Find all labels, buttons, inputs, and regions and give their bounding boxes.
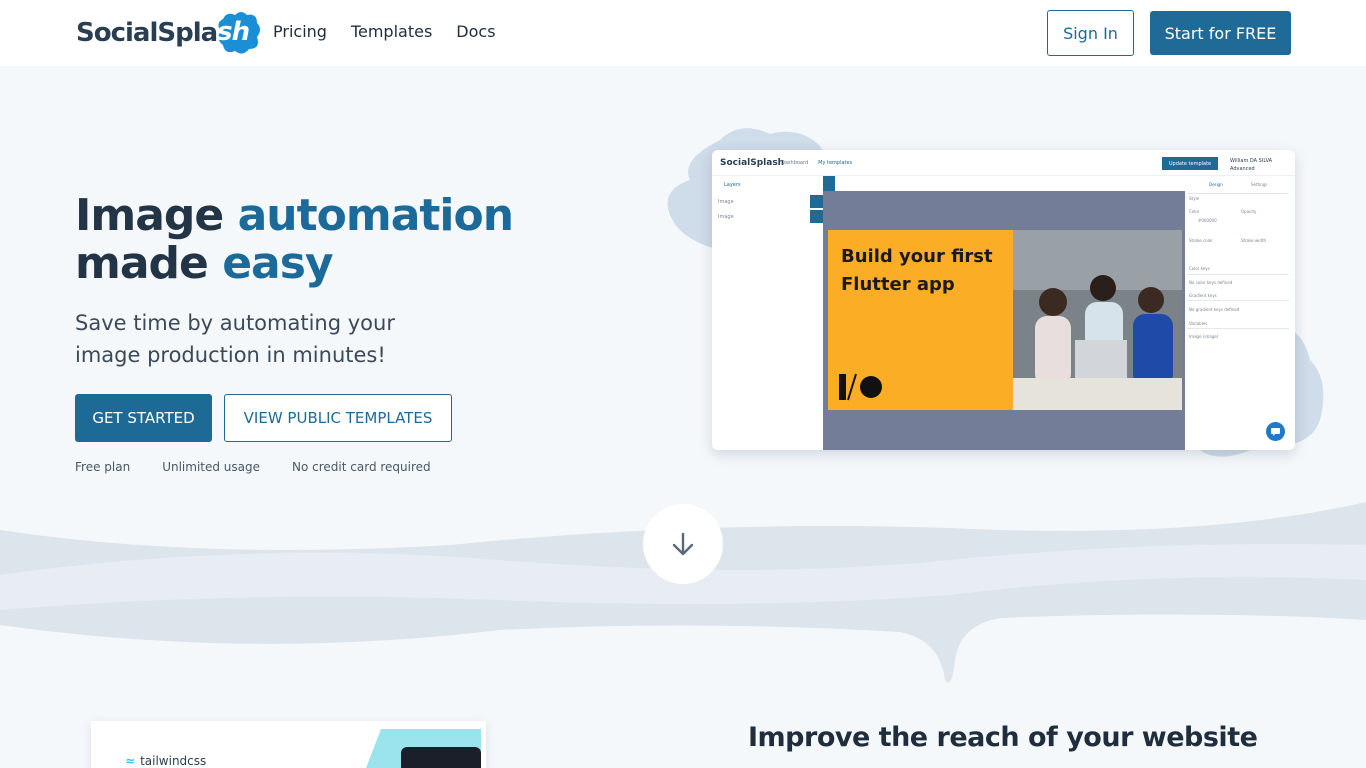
tailwind-logo: ≈ tailwindcss (125, 754, 206, 768)
preview-nav-templates: My templates (818, 160, 853, 166)
preview-user: William DA SILVA Advanced (1230, 157, 1272, 173)
preview-variables-label: Variables (1189, 321, 1208, 326)
preview-color-keys-label: Color keys (1189, 266, 1210, 271)
preview-settings-tab: Settings (1251, 182, 1268, 187)
preview-layers-tab: Layers (724, 182, 741, 188)
preview-layers-panel: Layers Image Image (712, 176, 823, 450)
start-free-button[interactable]: Start for FREE (1150, 11, 1291, 55)
preview-no-gradient-keys: No gradient keys defined (1189, 307, 1240, 312)
preview-logo: SocialSplash (720, 158, 785, 168)
hero-perks: Free plan Unlimited usage No credit card… (75, 460, 463, 474)
logo-text: SocialSpla (76, 18, 218, 48)
arrow-down-icon (672, 532, 694, 556)
preview-divider (1187, 274, 1289, 275)
preview-divider (1187, 193, 1289, 194)
preview-nav-dashboard: Dashboard (781, 160, 809, 166)
preview-style-label: Style (1189, 196, 1200, 201)
preview-toolbar (823, 176, 1185, 191)
preview-topbar: SocialSplash Dashboard My templates Updat… (712, 150, 1295, 176)
nav-pricing[interactable]: Pricing (273, 22, 327, 41)
logo-accent-text: sh (217, 17, 250, 47)
preview-design-panel: Design Settings Style Color Opacity #000… (1185, 176, 1295, 450)
preview-image-variable: Image (image) (1189, 334, 1219, 339)
preview-stroke-width-label: Stroke width (1241, 238, 1267, 243)
preview-opacity-label: Opacity (1241, 209, 1257, 214)
main-nav: Pricing Templates Docs (273, 22, 520, 41)
preview-user-plan: Advanced (1230, 166, 1255, 172)
hero-subtitle: Save time by automating your image produ… (75, 311, 395, 367)
preview-nav: Dashboard My templates (781, 160, 852, 166)
preview-color-label: Color (1189, 209, 1200, 214)
top-header: SocialSpla sh Pricing Templates Docs Sig… (0, 0, 1366, 66)
hero-title-accent2: easy (222, 238, 333, 289)
perk-no-credit-card: No credit card required (292, 460, 431, 474)
preview-layer-image-icon (810, 195, 823, 208)
brand-logo[interactable]: SocialSpla sh (76, 9, 261, 57)
chat-icon[interactable] (1266, 422, 1285, 441)
preview-user-name: William DA SILVA (1230, 158, 1273, 164)
preview-poster-title: Build your first Flutter app (841, 243, 1011, 299)
preview-layer-item: Image (718, 199, 734, 205)
preview-design-tab: Design (1209, 182, 1223, 187)
preview-layer-item: Image (718, 214, 734, 220)
scroll-down-button[interactable] (643, 504, 723, 584)
section-heading: Improve the reach of your website (748, 722, 1258, 753)
preview-divider (1187, 300, 1289, 301)
preview-no-color-keys: No color keys defined (1189, 280, 1233, 285)
hero-title: Image automation made easy (75, 190, 514, 289)
preview-update-template-button: Update template (1162, 157, 1218, 170)
preview-team-photo (1013, 230, 1182, 410)
preview-poster-title-text: Build your first Flutter app (841, 246, 993, 295)
perk-unlimited-usage: Unlimited usage (162, 460, 261, 474)
perk-free-plan: Free plan (75, 460, 131, 474)
preview-stroke-color-label: Stroke color (1189, 238, 1213, 243)
app-preview-window: SocialSplash Dashboard My templates Updat… (712, 150, 1295, 450)
get-started-button[interactable]: GET STARTED (75, 394, 212, 442)
nav-templates[interactable]: Templates (351, 22, 432, 41)
io-logo-icon (839, 373, 882, 401)
tailwind-icon: ≈ (125, 754, 136, 768)
preview-layer-image-icon (810, 210, 823, 223)
sign-in-button[interactable]: Sign In (1047, 10, 1134, 56)
hero-title-accent1: automation (237, 190, 514, 241)
logo-splash-icon: sh (213, 9, 261, 57)
view-public-templates-button[interactable]: VIEW PUBLIC TEMPLATES (224, 394, 452, 442)
card-illustration (366, 729, 481, 768)
hero-title-part1: Image (75, 190, 238, 241)
preview-divider (1187, 328, 1289, 329)
nav-docs[interactable]: Docs (456, 22, 495, 41)
preview-gradient-keys-label: Gradient keys (1189, 293, 1217, 298)
tailwind-logo-text: tailwindcss (140, 754, 207, 768)
preview-color-value: #000000 (1198, 218, 1217, 223)
hero-title-part2: made (75, 238, 223, 289)
preview-select-tool-icon (823, 176, 835, 191)
integration-card: ≈ tailwindcss (91, 721, 486, 768)
